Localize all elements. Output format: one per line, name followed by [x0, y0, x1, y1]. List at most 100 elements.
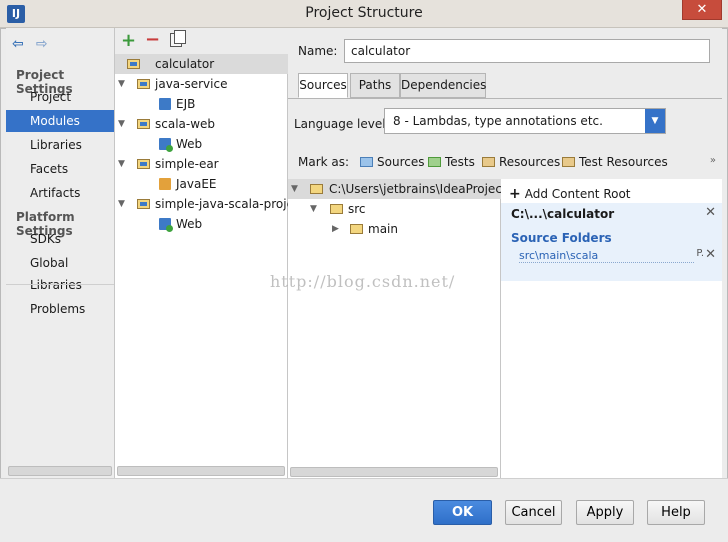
- expanded-triangle-icon[interactable]: ▼: [118, 114, 125, 134]
- facet-row-ejb[interactable]: EJB: [115, 94, 289, 114]
- history-nav: ⇦ ⇨: [12, 36, 56, 52]
- module-row-calculator[interactable]: calculator: [115, 54, 289, 74]
- remove-source-folder-icon[interactable]: ✕: [705, 247, 716, 262]
- tests-folder-icon: [428, 157, 441, 167]
- sidebar-item-artifacts[interactable]: Artifacts: [6, 182, 114, 204]
- sources-folder-icon: [360, 157, 373, 167]
- tree-row-project-root[interactable]: ▼ C:\Users\jetbrains\IdeaProjects\s: [288, 179, 501, 199]
- facet-label: EJB: [176, 97, 196, 111]
- tree-label: main: [368, 222, 398, 236]
- modules-horizontal-scrollbar[interactable]: [117, 466, 285, 476]
- facet-row-web[interactable]: Web: [115, 214, 289, 234]
- collapsed-triangle-icon[interactable]: ▶: [332, 219, 339, 239]
- sidebar-item-global-libraries[interactable]: Global Libraries: [6, 252, 114, 292]
- add-module-icon[interactable]: +: [121, 30, 136, 51]
- window-close-button[interactable]: ✕: [682, 0, 722, 20]
- module-name-input[interactable]: [344, 39, 710, 63]
- mark-as-sources-label: Sources: [377, 155, 425, 169]
- facet-label: JavaEE: [176, 177, 217, 191]
- expanded-triangle-icon[interactable]: ▼: [118, 74, 125, 94]
- ejb-facet-icon: [159, 98, 171, 110]
- tree-row-src[interactable]: ▼ src: [288, 199, 501, 219]
- source-folders-title: Source Folders: [511, 231, 612, 245]
- plus-icon: +: [509, 186, 521, 202]
- expanded-triangle-icon[interactable]: ▼: [310, 199, 317, 219]
- language-level-label: Language level:: [294, 117, 390, 131]
- content-roots-panel: + Add Content Root C:\...\calculator ✕ So…: [501, 179, 722, 479]
- mark-as-sources-button[interactable]: Sources: [360, 155, 424, 169]
- module-label: java-service: [155, 77, 228, 91]
- module-folder-icon: [137, 159, 150, 169]
- expanded-triangle-icon[interactable]: ▼: [291, 179, 298, 199]
- more-actions-icon[interactable]: »: [710, 155, 716, 166]
- module-row-scala-web[interactable]: ▼ scala-web: [115, 114, 289, 134]
- tree-label: C:\Users\jetbrains\IdeaProjects\s: [329, 182, 501, 196]
- settings-sidebar: ⇦ ⇨ Project Settings Project Modules Lib…: [6, 28, 114, 478]
- module-detail-panel: Name: Sources Paths Dependencies Languag…: [288, 28, 722, 479]
- language-level-value: 8 - Lambdas, type annotations etc.: [393, 114, 603, 128]
- ok-button[interactable]: OK: [433, 500, 492, 525]
- module-label: scala-web: [155, 117, 216, 131]
- facet-row-web[interactable]: Web: [115, 134, 289, 154]
- copy-module-icon[interactable]: [170, 30, 186, 47]
- module-row-simple-java-scala-project[interactable]: ▼ simple-java-scala-project: [115, 194, 289, 214]
- add-content-root-label: Add Content Root: [524, 187, 631, 201]
- tab-paths[interactable]: Paths: [350, 73, 400, 98]
- module-folder-icon: [127, 59, 140, 69]
- cancel-button[interactable]: Cancel: [505, 500, 562, 525]
- remove-content-root-icon[interactable]: ✕: [705, 205, 716, 220]
- content-root-path: C:\...\calculator: [511, 207, 615, 221]
- module-folder-icon: [137, 79, 150, 89]
- folder-icon: [350, 224, 363, 234]
- module-row-simple-ear[interactable]: ▼ simple-ear: [115, 154, 289, 174]
- folder-icon: [310, 184, 323, 194]
- sidebar-item-project[interactable]: Project: [6, 86, 114, 108]
- tab-sources[interactable]: Sources: [298, 73, 348, 98]
- mark-as-test-resources-button[interactable]: Test Resources: [562, 155, 668, 169]
- dialog-footer: OK Cancel Apply Help: [0, 478, 728, 542]
- mark-as-resources-button[interactable]: Resources: [482, 155, 560, 169]
- module-label: simple-ear: [155, 157, 219, 171]
- tab-dependencies[interactable]: Dependencies: [400, 73, 486, 98]
- module-folder-icon: [137, 119, 150, 129]
- mark-as-tests-label: Tests: [445, 155, 475, 169]
- test-resources-folder-icon: [562, 157, 575, 167]
- back-arrow-icon[interactable]: ⇦: [12, 36, 32, 52]
- content-root-card: C:\...\calculator ✕ Source Folders src\m…: [501, 203, 722, 281]
- source-folder-path[interactable]: src\main\scala: [519, 249, 694, 263]
- language-level-select[interactable]: 8 - Lambdas, type annotations etc. ▼: [384, 108, 666, 134]
- resources-folder-icon: [482, 157, 495, 167]
- modules-toolbar: + −: [115, 28, 289, 54]
- sidebar-item-libraries[interactable]: Libraries: [6, 134, 114, 156]
- mark-as-label: Mark as:: [298, 155, 350, 169]
- sidebar-divider: [6, 284, 114, 285]
- sidebar-item-facets[interactable]: Facets: [6, 158, 114, 180]
- facet-label: Web: [176, 137, 203, 151]
- expanded-triangle-icon[interactable]: ▼: [118, 154, 125, 174]
- tree-label: src: [348, 202, 366, 216]
- add-content-root-button[interactable]: + Add Content Root: [509, 186, 631, 202]
- dropdown-arrow-icon[interactable]: ▼: [645, 109, 665, 133]
- web-facet-icon: [159, 138, 173, 152]
- mark-as-test-resources-label: Test Resources: [579, 155, 668, 169]
- modules-panel: + − calculator ▼ java-service EJB ▼ scal…: [114, 28, 289, 478]
- forward-arrow-icon[interactable]: ⇨: [36, 36, 56, 52]
- title-bar: IJ Project Structure ✕: [0, 0, 728, 28]
- web-facet-icon: [159, 218, 173, 232]
- edit-source-folder-icon[interactable]: P.: [696, 248, 704, 259]
- sidebar-horizontal-scrollbar[interactable]: [8, 466, 112, 476]
- mark-as-tests-button[interactable]: Tests: [428, 155, 475, 169]
- facet-row-javaee[interactable]: JavaEE: [115, 174, 289, 194]
- apply-button[interactable]: Apply: [576, 500, 634, 525]
- module-row-java-service[interactable]: ▼ java-service: [115, 74, 289, 94]
- sidebar-item-sdks[interactable]: SDKs: [6, 228, 114, 250]
- source-file-tree: ▼ C:\Users\jetbrains\IdeaProjects\s ▼ sr…: [288, 179, 501, 479]
- file-tree-horizontal-scrollbar[interactable]: [290, 467, 498, 477]
- name-label: Name:: [298, 44, 338, 58]
- help-button[interactable]: Help: [647, 500, 705, 525]
- sidebar-item-modules[interactable]: Modules: [6, 110, 114, 132]
- tree-row-main[interactable]: ▶ main: [288, 219, 501, 239]
- remove-module-icon[interactable]: −: [145, 29, 160, 50]
- sidebar-item-problems[interactable]: Problems: [6, 298, 114, 320]
- expanded-triangle-icon[interactable]: ▼: [118, 194, 125, 214]
